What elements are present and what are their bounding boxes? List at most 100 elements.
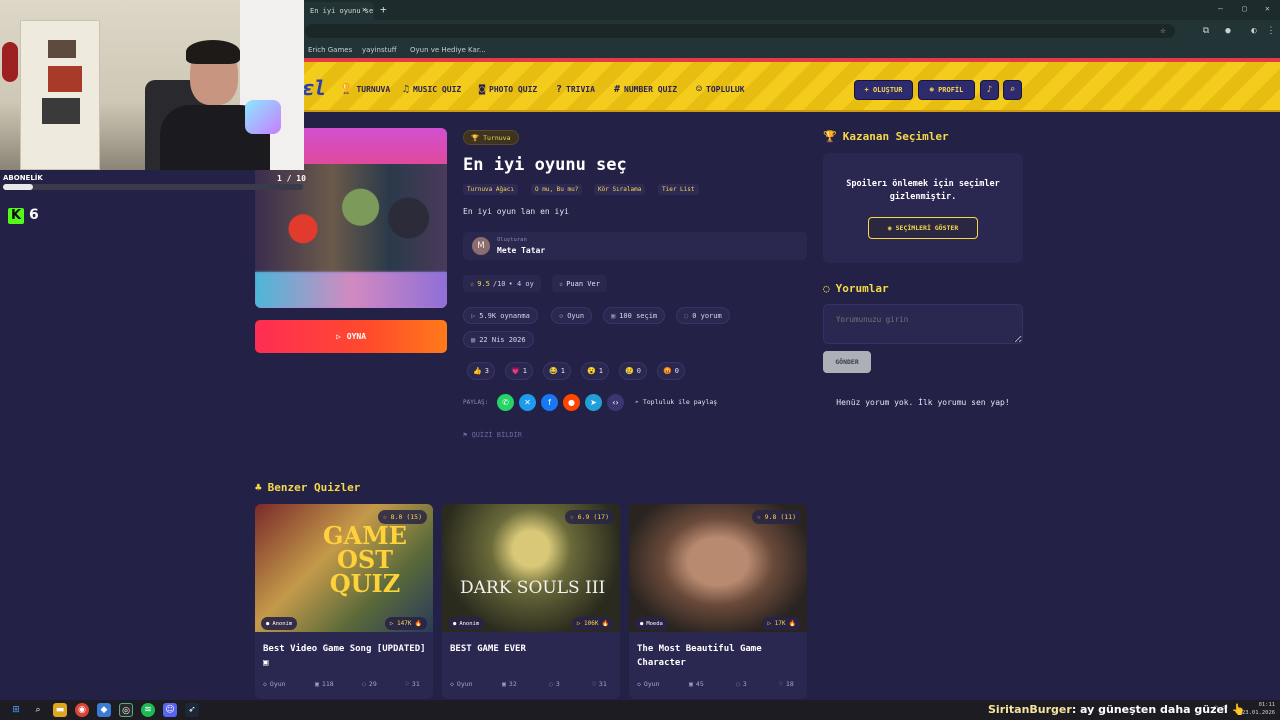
nav-number-quiz[interactable]: # NUMBER QUIZ [614,84,677,95]
search-button[interactable]: ⌕ [1003,80,1022,100]
stat-value: Oyun [567,311,585,320]
user-icon: ● [640,620,644,627]
comment-input[interactable] [823,304,1023,344]
trophy-icon: 🏆 [823,130,837,143]
image-icon: ▣ [315,680,319,688]
tag-chip[interactable]: Kör Sıralama [594,184,646,195]
webcam-microphone [245,100,281,134]
telegram-icon[interactable]: ➤ [585,394,602,411]
show-selections-button[interactable]: ◉ SEÇİMLERİ GÖSTER [868,217,978,239]
card-rating: ☆ 8.0 (15) [377,510,427,524]
meta-value: 118 [321,680,334,688]
discord-icon[interactable]: ☺ [163,703,177,717]
stat-plays: ▷ 5.9K oynanma [463,307,538,324]
card-title[interactable]: Best Video Game Song [UPDATED] ▣ [263,642,428,670]
card-title[interactable]: BEST GAME EVER [450,642,615,656]
card-choices: ▣ 118 [315,680,334,688]
image-icon: ▣ [689,680,693,688]
extensions-icon[interactable]: ⧉ [1200,25,1212,37]
chat-text: : ay güneşten daha güzel [1071,703,1228,716]
x-twitter-icon[interactable]: ✕ [519,394,536,411]
windows-start-icon[interactable]: ⊞ [9,703,23,717]
nav-photo-quiz[interactable]: ◙ PHOTO QUIZ [479,84,537,95]
user-icon: ☻ [929,86,934,94]
profile-avatar-icon[interactable]: ◐ [1248,25,1260,37]
card-title[interactable]: The Most Beautiful Game Character [637,642,802,670]
community-share-link[interactable]: ➢ Topluluk ile paylaş [635,398,717,406]
category-pill[interactable]: 🏆 Turnuva [463,130,519,145]
reaction-laugh[interactable]: 😂 1 [543,362,571,380]
card-choices: ▣ 45 [689,680,704,688]
app-icon[interactable]: ◆ [97,703,111,717]
nav-music-quiz[interactable]: ♫ MUSIC QUIZ [403,84,461,95]
profile-label: PROFİL [938,86,964,94]
new-tab-icon[interactable]: + [380,3,387,16]
create-button[interactable]: + OLUŞTUR [854,80,913,100]
nav-label: NUMBER QUIZ [624,85,678,94]
card-choices: ▣ 32 [502,680,517,688]
tag-chip[interactable]: Turnuva Ağacı [463,184,518,195]
quiz-card[interactable]: DARK SOULS III ☆ 6.9 (17) ● Anonim ▷ 106K… [442,504,620,699]
tab-close-icon[interactable]: ✕ [362,5,367,14]
system-clock[interactable]: 01:11 23.01.2026 [1242,701,1275,717]
nav-label: MUSIC QUIZ [413,85,462,94]
sad-icon: 😢 [625,367,634,375]
tag-chip[interactable]: Tier List [658,184,699,195]
angry-icon: 😡 [663,367,672,375]
send-button[interactable]: GÖNDER [823,351,871,373]
url-field[interactable] [305,24,1175,38]
steam-icon[interactable]: ➶ [185,703,199,717]
fire-icon: 🔥 [788,620,796,627]
reddit-icon[interactable]: ● [563,394,580,411]
card-image-text: GAME OST QUIZ [323,521,407,598]
quiz-card[interactable]: ☆ 9.8 (11) ● Moeda ▷ 17K 🔥 The Most Beauti… [629,504,807,699]
app-icon[interactable]: ◎ [119,703,133,717]
nav-trivia[interactable]: ? TRIVIA [556,84,595,95]
nav-turnuva[interactable]: 🏆 TURNUVA [340,84,390,95]
tag-chip[interactable]: O mu, Bu mu? [531,184,583,195]
reaction-love[interactable]: 💗 1 [505,362,533,380]
card-title-text: Best Video Game Song [UPDATED] [263,644,426,654]
rate-button[interactable]: ☆ Puan Ver [552,275,607,292]
card-type: ◇ Oyun [450,680,473,688]
embed-icon[interactable]: ‹› [607,394,624,411]
whatsapp-icon[interactable]: ✆ [497,394,514,411]
search-icon[interactable]: ⌕ [31,703,45,717]
heading-label: Yorumlar [835,282,889,295]
report-quiz-link[interactable]: ⚑ QUİZİ BİLDİR [463,431,522,439]
play-button[interactable]: ▷ OYNA [255,320,447,353]
notification-button[interactable]: ♪ [980,80,999,100]
card-type: ◇ Oyun [637,680,660,688]
bookmark-item[interactable]: yayinstuff [362,46,397,54]
maximize-icon[interactable]: ▢ [1242,4,1247,13]
creator-name[interactable]: Mete Tatar [497,246,545,255]
comment-icon: ◌ [549,680,553,688]
profile-icon[interactable]: ● [1222,25,1234,37]
nav-topluluk[interactable]: ☺ TOPLULUK [696,84,745,95]
no-comments-text: Henüz yorum yok. İlk yorumu sen yap! [836,398,1010,407]
quiz-card[interactable]: GAME OST QUIZ ☆ 8.0 (15) ● Anonim ▷ 147K 🔥… [255,504,433,699]
system-tray[interactable]: ◠ ◁) [1214,704,1228,711]
spotify-icon[interactable]: ≋ [141,703,155,717]
site-logo[interactable]: ɛl [302,76,326,100]
comments-heading: ◌ Yorumlar [823,282,889,295]
minimize-icon[interactable]: — [1218,4,1223,13]
star-bookmark-icon[interactable]: ☆ [1157,25,1169,37]
reaction-count: 3 [484,367,489,375]
reaction-wow[interactable]: 😮 1 [581,362,609,380]
profile-button[interactable]: ☻ PROFİL [918,80,975,100]
kick-logo-icon: K [8,208,24,224]
menu-dots-icon[interactable]: ⋮ [1265,25,1277,37]
facebook-icon[interactable]: f [541,394,558,411]
reaction-like[interactable]: 👍 3 [467,362,495,380]
avatar[interactable]: M [472,237,490,255]
webcam-overlay [0,0,304,170]
file-explorer-icon[interactable]: ▬ [53,703,67,717]
community-share-label: Topluluk ile paylaş [642,398,718,406]
chrome-icon[interactable]: ◉ [75,703,89,717]
reaction-angry[interactable]: 😡 0 [657,362,685,380]
reaction-sad[interactable]: 😢 0 [619,362,647,380]
bookmark-item[interactable]: Oyun ve Hediye Kar... [410,46,486,54]
bookmark-item[interactable]: Erich Games [308,46,352,54]
close-window-icon[interactable]: ✕ [1265,4,1270,13]
